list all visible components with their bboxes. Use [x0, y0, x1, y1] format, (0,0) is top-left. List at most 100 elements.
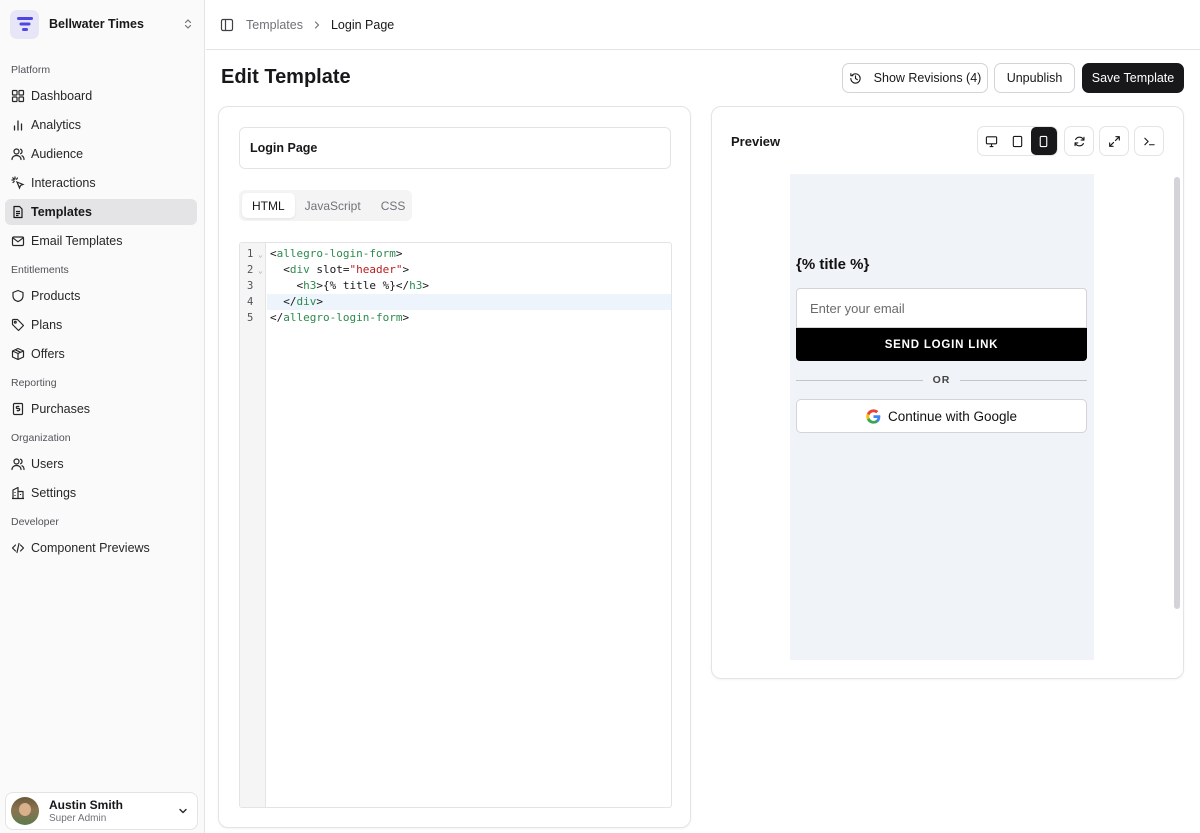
avatar [11, 797, 39, 825]
preview-frame: {% title %} SEND LOGIN LINK OR Continue … [790, 174, 1094, 660]
sidebar-toggle-icon[interactable] [220, 18, 234, 32]
sidebar-item-component-previews[interactable]: Component Previews [5, 535, 197, 561]
fold-chevron-icon[interactable]: ⌄ [258, 250, 263, 259]
mail-icon [11, 236, 25, 247]
template-name-input[interactable] [239, 127, 671, 169]
smartphone-icon [1040, 135, 1048, 147]
or-divider: OR [796, 373, 1087, 387]
sidebar-item-plans[interactable]: Plans [5, 312, 197, 338]
sidebar-item-users[interactable]: Users [5, 451, 197, 477]
history-icon [849, 72, 861, 84]
save-template-button[interactable]: Save Template [1082, 63, 1184, 93]
breadcrumb: Templates Login Page [234, 18, 394, 32]
chevron-up-down-icon [184, 19, 192, 29]
code-line: </allegro-login-form> [270, 311, 410, 324]
tablet-view-button[interactable] [1004, 127, 1030, 155]
user-role: Super Admin [49, 813, 107, 824]
sidebar-item-offers[interactable]: Offers [5, 341, 197, 367]
tab-css[interactable]: CSS [371, 193, 416, 218]
tab-javascript[interactable]: JavaScript [295, 193, 371, 218]
section-developer: Developer [11, 516, 59, 528]
page-title: Edit Template [221, 66, 351, 88]
breadcrumb-current: Login Page [330, 17, 395, 32]
expand-icon [1108, 135, 1120, 147]
line-number: 5 [247, 312, 254, 324]
user-name: Austin Smith [49, 798, 123, 812]
code-icon [11, 542, 25, 554]
save-template-label: Save Template [1091, 71, 1175, 85]
sidebar-item-label: Component Previews [31, 541, 150, 555]
code-tabs: HTML JavaScript CSS [239, 190, 412, 221]
unpublish-button[interactable]: Unpublish [994, 63, 1075, 93]
refresh-button[interactable] [1064, 126, 1094, 156]
sidebar-item-label: Offers [31, 347, 65, 361]
preview-heading: {% title %} [796, 256, 870, 273]
expand-button[interactable] [1099, 126, 1129, 156]
tag-icon [11, 318, 25, 332]
user-menu[interactable]: Austin Smith Super Admin [5, 792, 198, 830]
unpublish-label: Unpublish [1006, 71, 1063, 85]
line-number: 3 [247, 280, 254, 292]
preview-title: Preview [731, 134, 781, 149]
org-logo [10, 9, 39, 39]
code-editor[interactable]: 1 ⌄ 2 ⌄ 3 4 5 <allegro-login-form> <div … [239, 242, 672, 808]
continue-with-google-button[interactable]: Continue with Google [796, 399, 1087, 433]
sidebar-item-label: Purchases [31, 402, 91, 416]
sidebar: Bellwater Times Platform Dashboard Analy… [0, 0, 205, 833]
code-line-active: </div> [267, 294, 671, 310]
show-revisions-button[interactable]: Show Revisions (4) [842, 63, 988, 93]
sidebar-item-interactions[interactable]: Interactions [5, 170, 197, 196]
sidebar-item-label: Plans [31, 318, 63, 332]
section-entitlements: Entitlements [11, 264, 69, 276]
show-revisions-label: Show Revisions (4) [873, 71, 982, 85]
or-label: OR [932, 374, 951, 386]
sidebar-item-settings[interactable]: Settings [5, 480, 197, 506]
sidebar-item-label: Dashboard [31, 89, 93, 103]
section-organization: Organization [11, 432, 71, 444]
mobile-view-button[interactable] [1030, 127, 1057, 155]
code-line: <allegro-login-form> [270, 247, 403, 260]
line-number: 4 [247, 296, 254, 308]
preview-scrollbar[interactable] [1174, 177, 1180, 609]
sidebar-item-label: Audience [31, 147, 84, 161]
sidebar-item-audience[interactable]: Audience [5, 141, 197, 167]
google-icon [866, 408, 881, 424]
sidebar-item-purchases[interactable]: Purchases [5, 396, 197, 422]
preview-card: Preview {% title %} SEND LOGIN LINK OR [711, 106, 1184, 679]
sidebar-item-analytics[interactable]: Analytics [5, 112, 197, 138]
sidebar-item-templates[interactable]: Templates [5, 199, 197, 225]
shield-icon [12, 289, 24, 303]
analytics-icon [13, 120, 23, 131]
sidebar-item-label: Analytics [31, 118, 82, 132]
sidebar-item-label: Products [31, 289, 81, 303]
section-platform: Platform [11, 64, 51, 76]
sidebar-item-email-templates[interactable]: Email Templates [5, 228, 197, 254]
refresh-icon [1073, 136, 1085, 146]
tab-html[interactable]: HTML [242, 193, 295, 218]
receipt-icon [12, 402, 24, 416]
interactions-icon [11, 176, 25, 190]
org-switcher[interactable]: Bellwater Times [10, 9, 195, 39]
editor-card: HTML JavaScript CSS 1 ⌄ 2 ⌄ 3 4 5 <alleg… [218, 106, 691, 828]
console-button[interactable] [1134, 126, 1164, 156]
fold-chevron-icon[interactable]: ⌄ [258, 266, 263, 275]
audience-icon [11, 148, 25, 161]
building-icon [12, 486, 24, 500]
email-field[interactable] [796, 288, 1087, 328]
line-gutter: 1 ⌄ 2 ⌄ 3 4 5 [240, 243, 266, 807]
breadcrumb-templates[interactable]: Templates [246, 18, 303, 32]
tablet-icon [1012, 135, 1023, 147]
dashboard-icon [11, 89, 25, 103]
desktop-view-button[interactable] [978, 127, 1004, 155]
package-icon [11, 347, 25, 361]
sidebar-item-label: Email Templates [31, 234, 123, 248]
google-button-label: Continue with Google [887, 408, 1018, 424]
sidebar-item-products[interactable]: Products [5, 283, 197, 309]
sidebar-item-dashboard[interactable]: Dashboard [5, 83, 197, 109]
org-name: Bellwater Times [49, 17, 144, 31]
section-reporting: Reporting [11, 377, 57, 389]
send-login-link-button[interactable]: SEND LOGIN LINK [796, 328, 1087, 361]
code-line: <div slot="header"> [270, 263, 410, 276]
terminal-icon [1143, 137, 1155, 145]
device-switcher [977, 126, 1058, 156]
